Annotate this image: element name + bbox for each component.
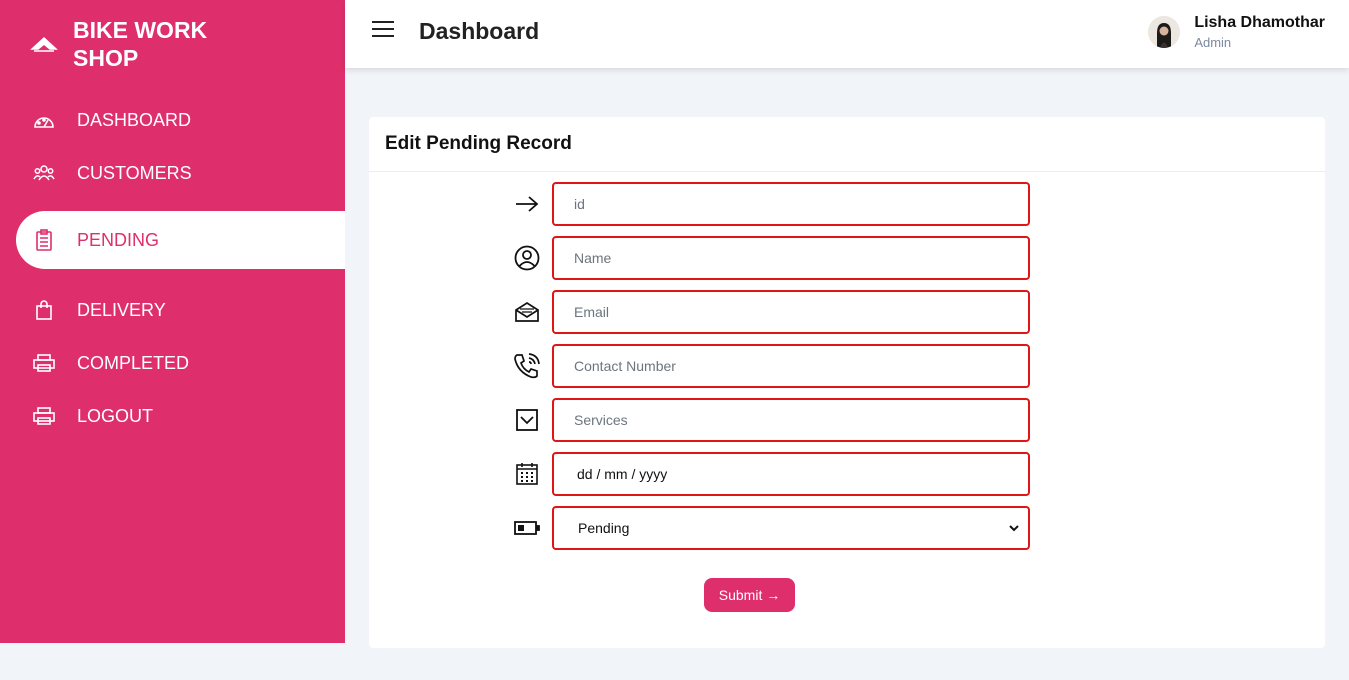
- page-title: Dashboard: [419, 18, 540, 44]
- sidebar-item-label: DELIVERY: [77, 299, 166, 320]
- person-circle-icon: [513, 244, 541, 272]
- user-role: Admin: [1194, 35, 1232, 50]
- printer-icon: [32, 351, 56, 375]
- card-title: Edit Pending Record: [369, 117, 1325, 172]
- sidebar-item-delivery[interactable]: DELIVERY: [16, 282, 345, 338]
- name-input[interactable]: [552, 236, 1030, 280]
- id-row: [513, 182, 1030, 226]
- sidebar-item-customers[interactable]: CUSTOMERS: [16, 145, 345, 201]
- brand-name: BIKE WORK SHOP: [73, 17, 208, 71]
- id-input[interactable]: [552, 182, 1030, 226]
- submit-button[interactable]: Submit →: [704, 578, 795, 612]
- arrow-right-icon: [513, 190, 541, 218]
- user-profile[interactable]: Lisha Dhamothar Admin: [1148, 14, 1325, 50]
- contact-number-input[interactable]: [552, 344, 1030, 388]
- date-input[interactable]: dd / mm / yyyy: [552, 452, 1030, 496]
- bike-logo-icon: [30, 34, 58, 54]
- edit-record-card: Edit Pending Record dd / mm /: [369, 117, 1325, 648]
- services-row: [513, 398, 1030, 442]
- chevron-down-square-icon: [513, 406, 541, 434]
- battery-half-icon: [513, 514, 541, 542]
- sidebar-item-label: LOGOUT: [77, 405, 154, 426]
- date-value: dd / mm / yyyy: [577, 466, 668, 482]
- clipboard-icon: [32, 228, 56, 252]
- sidebar-item-label: COMPLETED: [77, 352, 190, 373]
- sidebar-item-label: CUSTOMERS: [77, 162, 192, 183]
- topbar: Dashboard Lisha Dhamothar Admin: [345, 0, 1349, 68]
- avatar: [1148, 16, 1181, 48]
- sidebar-item-completed[interactable]: COMPLETED: [16, 335, 345, 391]
- printer-icon: [32, 404, 56, 428]
- sidebar: BIKE WORK SHOP DASHBOARD CUSTOMERS PENDI…: [0, 0, 345, 643]
- sidebar-item-label: DASHBOARD: [77, 109, 192, 130]
- status-selected-value: Pending: [578, 520, 630, 536]
- sidebar-item-dashboard[interactable]: DASHBOARD: [16, 92, 345, 148]
- speedometer-icon: [32, 108, 56, 132]
- contact-row: [513, 344, 1030, 388]
- sidebar-item-label: PENDING: [77, 229, 160, 250]
- phone-vibrate-icon: [513, 352, 541, 380]
- bag-icon: [32, 298, 56, 322]
- status-select[interactable]: Pending: [552, 506, 1030, 550]
- calendar-icon: [513, 460, 541, 488]
- services-input[interactable]: [552, 398, 1030, 442]
- menu-toggle-icon[interactable]: [372, 21, 394, 39]
- user-name: Lisha Dhamothar: [1194, 14, 1325, 31]
- brand[interactable]: BIKE WORK SHOP: [30, 16, 233, 72]
- sidebar-item-logout[interactable]: LOGOUT: [16, 388, 345, 444]
- sidebar-item-pending[interactable]: PENDING: [16, 211, 345, 269]
- date-row: dd / mm / yyyy: [513, 452, 1030, 496]
- envelope-open-icon: [513, 298, 541, 326]
- name-row: [513, 236, 1030, 280]
- email-input[interactable]: [552, 290, 1030, 334]
- email-row: [513, 290, 1030, 334]
- chevron-down-icon: [1008, 520, 1020, 536]
- status-row: Pending: [513, 506, 1030, 550]
- people-icon: [32, 161, 56, 185]
